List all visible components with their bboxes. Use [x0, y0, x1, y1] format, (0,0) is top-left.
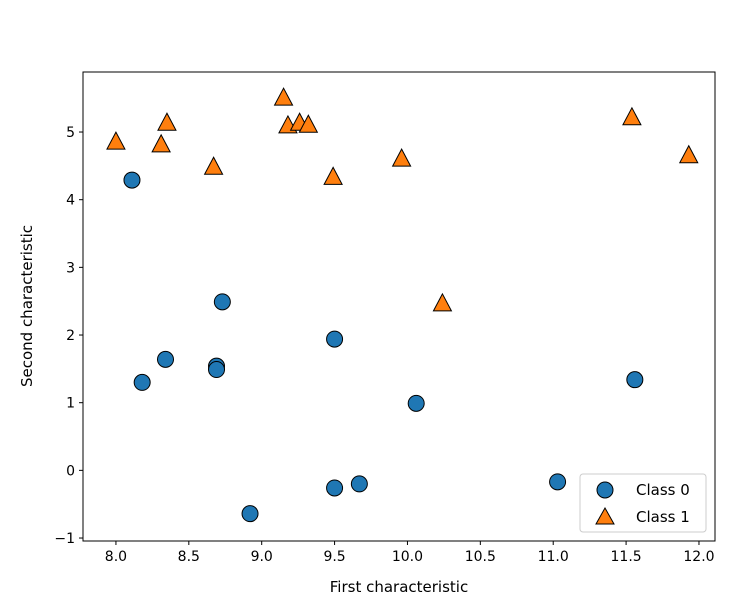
point-class-1: [432, 292, 453, 312]
point-class-0: [350, 475, 368, 493]
legend-label-class-1: Class 1: [636, 508, 690, 526]
y-tick-label: 3: [66, 260, 75, 276]
point-class-0: [549, 473, 567, 491]
point-class-1: [106, 131, 126, 150]
y-axis-label: Second characteristic: [18, 225, 36, 387]
point-class-1: [151, 133, 171, 153]
y-tick-label: 0: [66, 463, 75, 479]
legend-label-class-0: Class 0: [636, 481, 690, 499]
legend: Class 0 Class 1: [579, 473, 707, 533]
x-tick-label: 11.0: [538, 549, 569, 565]
x-tick-label: 9.0: [251, 549, 273, 565]
point-class-0: [241, 505, 259, 523]
y-tick-label: 2: [66, 328, 75, 344]
y-tick-label: 5: [66, 125, 75, 141]
point-class-1: [391, 148, 412, 167]
point-class-1: [157, 112, 177, 131]
x-tick-label: 10.5: [465, 549, 496, 565]
x-tick-label: 9.5: [323, 549, 345, 565]
scatter-chart: 8.0 8.5 9.0 9.5 10.0 10.5 11.0 11.5 12.0 −1 0 1 2 3 4 5…: [18, 71, 716, 596]
plot-frame: [82, 71, 716, 542]
x-tick-label: 8.5: [178, 549, 200, 565]
point-class-1: [622, 106, 642, 126]
x-tick-label: 11.5: [611, 549, 642, 565]
point-class-0: [407, 394, 425, 412]
x-axis-label: First characteristic: [330, 578, 468, 596]
point-class-0: [208, 361, 226, 379]
point-class-1: [273, 87, 294, 106]
x-tick-label: 8.0: [105, 549, 127, 565]
y-tick-label: −1: [54, 531, 75, 547]
point-class-0: [626, 371, 644, 389]
point-class-0: [133, 373, 151, 391]
y-tick-label: 4: [66, 193, 75, 209]
point-class-0: [326, 330, 344, 348]
point-class-1: [203, 156, 224, 175]
x-tick-label: 12.0: [683, 549, 714, 565]
point-class-0: [326, 479, 344, 497]
point-class-0: [156, 350, 174, 368]
x-tick-label: 10.0: [392, 549, 423, 565]
legend-marker-class-0: [596, 481, 614, 499]
point-class-1: [678, 144, 699, 164]
point-class-0: [123, 171, 141, 189]
y-tick-label: 1: [66, 396, 75, 412]
point-class-0: [213, 293, 231, 311]
point-class-1: [323, 166, 343, 185]
